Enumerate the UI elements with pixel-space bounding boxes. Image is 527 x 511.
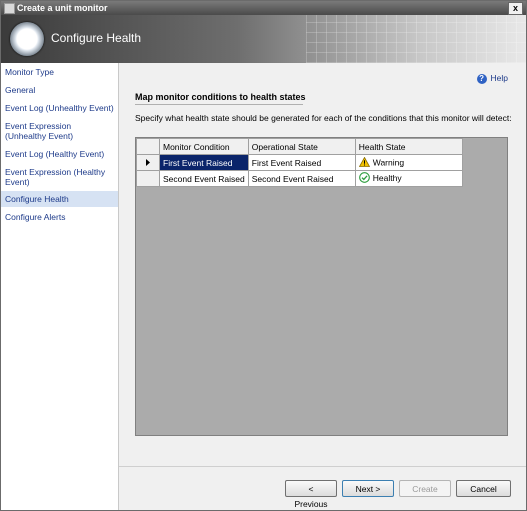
table-row[interactable]: First Event Raised First Event Raised Wa… xyxy=(136,154,463,171)
cell-operational-state[interactable]: First Event Raised xyxy=(247,154,356,171)
health-state-label: Healthy xyxy=(372,172,402,183)
cell-monitor-condition[interactable]: First Event Raised xyxy=(159,154,249,171)
current-row-indicator-icon[interactable] xyxy=(136,154,160,171)
health-mapping-grid: Monitor Condition Operational State Heal… xyxy=(135,137,508,436)
instructions-text: Specify what health state should be gene… xyxy=(135,113,512,123)
nav-item-event-log-healthy[interactable]: Event Log (Healthy Event) xyxy=(1,149,118,159)
create-unit-monitor-dialog: Create a unit monitor x Configure Health… xyxy=(0,0,527,511)
previous-button[interactable]: < Previous xyxy=(285,480,337,509)
cell-health-state[interactable]: Healthy xyxy=(354,170,463,187)
window-icon xyxy=(4,3,15,14)
button-bar: < Previous Next > Create Cancel xyxy=(119,466,526,510)
column-header-monitor-condition[interactable]: Monitor Condition xyxy=(159,138,249,155)
section-title: Map monitor conditions to health states xyxy=(135,92,306,102)
nav-item-event-expression-unhealthy[interactable]: Event Expression (Unhealthy Event) xyxy=(1,121,118,141)
nav-item-configure-health[interactable]: Configure Health xyxy=(1,191,118,207)
nav-item-monitor-type[interactable]: Monitor Type xyxy=(1,67,118,77)
table-header-row: Monitor Condition Operational State Heal… xyxy=(136,138,463,155)
nav-item-event-log-unhealthy[interactable]: Event Log (Unhealthy Event) xyxy=(1,103,118,113)
health-state-label: Warning xyxy=(372,156,405,167)
section-divider xyxy=(135,104,303,105)
row-header[interactable] xyxy=(136,170,160,187)
header-banner: Configure Health xyxy=(1,15,526,63)
banner-grid-decoration xyxy=(306,15,526,63)
wizard-orb-icon xyxy=(10,22,44,56)
row-header-corner xyxy=(136,138,160,155)
window-title: Create a unit monitor xyxy=(17,3,108,13)
help-label: Help xyxy=(490,73,508,83)
nav-item-configure-alerts[interactable]: Configure Alerts xyxy=(1,212,118,222)
content-panel: ? Help Map monitor conditions to health s… xyxy=(119,63,526,466)
close-button[interactable]: x xyxy=(508,2,523,15)
page-title: Configure Health xyxy=(51,31,142,45)
cancel-button[interactable]: Cancel xyxy=(456,480,511,497)
wizard-nav: Monitor Type General Event Log (Unhealth… xyxy=(1,63,119,510)
health-mapping-table: Monitor Condition Operational State Heal… xyxy=(136,138,463,187)
nav-item-general[interactable]: General xyxy=(1,85,118,95)
column-header-health-state[interactable]: Health State xyxy=(354,138,463,155)
table-row[interactable]: Second Event Raised Second Event Raised … xyxy=(136,170,463,187)
next-button[interactable]: Next > xyxy=(342,480,394,497)
nav-item-event-expression-healthy[interactable]: Event Expression (Healthy Event) xyxy=(1,167,118,187)
cell-monitor-condition[interactable]: Second Event Raised xyxy=(159,170,249,187)
column-header-operational-state[interactable]: Operational State xyxy=(247,138,356,155)
title-bar[interactable]: Create a unit monitor x xyxy=(1,1,526,15)
cell-health-state[interactable]: Warning xyxy=(354,154,463,171)
healthy-check-icon xyxy=(358,172,370,185)
warning-icon xyxy=(358,156,370,169)
cell-operational-state[interactable]: Second Event Raised xyxy=(247,170,356,187)
create-button[interactable]: Create xyxy=(399,480,451,497)
help-icon: ? xyxy=(476,73,487,84)
help-link[interactable]: ? Help xyxy=(476,73,508,84)
